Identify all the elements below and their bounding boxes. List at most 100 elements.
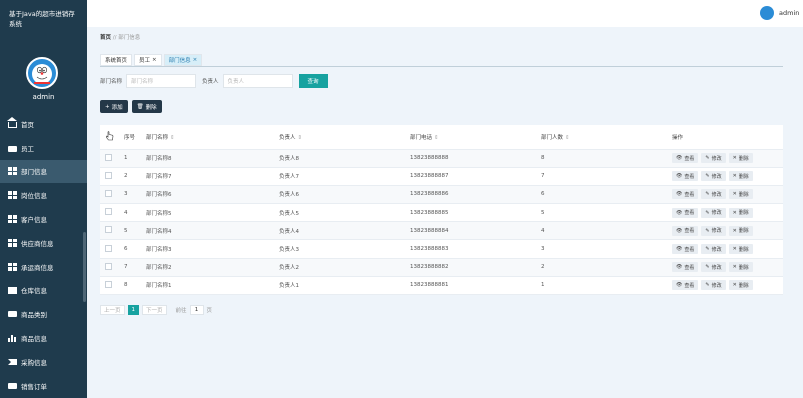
table-row[interactable]: 5 部门名称4 负责人4 13823888884 4 👁 查看 ✎ 修改 ✕ 删除 — [100, 221, 783, 241]
view-button[interactable]: 👁 查看 — [672, 244, 699, 255]
close-icon[interactable]: × — [193, 57, 198, 63]
table-row[interactable]: 3 部门名称6 负责人6 13823888886 6 👁 查看 ✎ 修改 ✕ 删除 — [100, 185, 783, 205]
prev-page-button[interactable]: 上一页 — [100, 305, 125, 315]
sidebar-item-department[interactable]: 部门信息 — [0, 159, 87, 184]
row-checkbox[interactable] — [105, 153, 112, 161]
sidebar-item-carrier[interactable]: 承运商信息 — [0, 255, 87, 279]
close-icon[interactable]: × — [152, 57, 157, 63]
row-checkbox[interactable] — [105, 226, 112, 234]
sidebar-item-category[interactable]: 商品类别 — [0, 302, 87, 326]
row-checkbox[interactable] — [105, 262, 112, 270]
edit-label: 修改 — [711, 264, 722, 271]
view-button[interactable]: 👁 查看 — [672, 189, 699, 200]
row-checkbox[interactable] — [105, 171, 112, 179]
breadcrumb-home[interactable]: 首页 — [100, 35, 111, 41]
close-icon: ✕ — [732, 264, 737, 271]
view-button[interactable]: 👁 查看 — [672, 225, 699, 236]
sidebar-item-label: 商品信息 — [21, 335, 47, 344]
sort-icon[interactable]: ⇕ — [565, 135, 570, 141]
edit-button[interactable]: ✎ 修改 — [701, 262, 726, 273]
tab-staff[interactable]: 员工 × — [134, 54, 162, 66]
search-button[interactable]: 查询 — [298, 74, 328, 88]
edit-button[interactable]: ✎ 修改 — [701, 153, 726, 164]
delete-row-button[interactable]: ✕ 删除 — [728, 262, 753, 273]
user-avatar-icon[interactable] — [760, 6, 774, 20]
table-row[interactable]: 8 部门名称1 负责人1 13823888881 1 👁 查看 ✎ 修改 ✕ 删除 — [100, 276, 783, 296]
close-icon: ✕ — [732, 227, 737, 234]
exchange-icon — [8, 358, 17, 366]
edit-button[interactable]: ✎ 修改 — [701, 207, 726, 218]
table-row[interactable]: 7 部门名称2 负责人2 13823888882 2 👁 查看 ✎ 修改 ✕ 删除 — [100, 258, 783, 277]
row-checkbox-cell[interactable] — [100, 185, 119, 205]
row-checkbox-cell[interactable] — [100, 149, 119, 168]
delete-row-button[interactable]: ✕ 删除 — [728, 280, 753, 291]
page-1-button[interactable]: 1 — [127, 305, 140, 315]
sidebar-item-position[interactable]: 岗位信息 — [0, 183, 87, 207]
tab-system-home[interactable]: 系统首页 — [100, 54, 133, 66]
select-all-cell[interactable] — [100, 125, 119, 150]
view-button[interactable]: 👁 查看 — [672, 153, 699, 164]
sort-icon[interactable]: ⇕ — [298, 135, 303, 141]
sort-icon[interactable]: ⇕ — [434, 135, 439, 141]
edit-button[interactable]: ✎ 修改 — [701, 244, 726, 255]
avatar[interactable] — [26, 57, 58, 89]
col-phone[interactable]: 部门电话 ⇕ — [405, 125, 536, 150]
department-name-input[interactable]: 部门名称 — [126, 74, 197, 88]
edit-button[interactable]: ✎ 修改 — [701, 280, 726, 291]
sidebar-scrollbar[interactable] — [83, 232, 86, 302]
row-checkbox[interactable] — [105, 189, 112, 197]
view-button[interactable]: 👁 查看 — [672, 171, 699, 182]
col-head[interactable]: 负责人 ⇕ — [274, 125, 405, 150]
col-count[interactable]: 部门人数 ⇕ — [536, 125, 667, 150]
table-row[interactable]: 6 部门名称3 负责人3 13823888883 3 👁 查看 ✎ 修改 ✕ 删除 — [100, 239, 783, 259]
delete-row-button[interactable]: ✕ 删除 — [728, 244, 753, 255]
sidebar-item-staff[interactable]: 员工 — [0, 136, 87, 160]
delete-row-button[interactable]: ✕ 删除 — [728, 189, 753, 200]
delete-button[interactable]: 🗑 删除 — [131, 100, 162, 113]
sidebar-item-supplier[interactable]: 供应商信息 — [0, 231, 87, 255]
row-checkbox[interactable] — [105, 280, 112, 288]
topbar-username[interactable]: admin — [779, 9, 799, 17]
view-button[interactable]: 👁 查看 — [672, 262, 699, 273]
row-checkbox[interactable] — [105, 244, 112, 252]
delete-row-button[interactable]: ✕ 删除 — [728, 207, 753, 218]
head-input[interactable]: 负责人 — [222, 74, 293, 88]
delete-row-button[interactable]: ✕ 删除 — [728, 153, 753, 164]
cell-count: 3 — [536, 239, 667, 259]
row-checkbox-cell[interactable] — [100, 167, 119, 186]
cell-index: 1 — [119, 149, 141, 168]
view-label: 查看 — [684, 228, 695, 235]
sidebar-item-product[interactable]: 商品信息 — [0, 326, 87, 350]
edit-icon: ✎ — [705, 191, 710, 198]
row-checkbox-cell[interactable] — [100, 258, 119, 277]
eye-icon: 👁 — [676, 191, 683, 198]
tab-department[interactable]: 部门信息 × — [163, 54, 203, 66]
add-button[interactable]: + 添加 — [100, 100, 128, 113]
sort-icon[interactable]: ⇕ — [170, 135, 175, 141]
table-row[interactable]: 1 部门名称8 负责人8 13823888888 8 👁 查看 ✎ 修改 ✕ 删除 — [100, 149, 783, 168]
delete-row-button[interactable]: ✕ 删除 — [728, 225, 753, 236]
row-checkbox-cell[interactable] — [100, 239, 119, 259]
next-page-button[interactable]: 下一页 — [142, 305, 167, 315]
row-checkbox-cell[interactable] — [100, 276, 119, 296]
col-name[interactable]: 部门名称 ⇕ — [141, 125, 274, 150]
view-button[interactable]: 👁 查看 — [672, 280, 699, 291]
view-button[interactable]: 👁 查看 — [672, 207, 699, 218]
edit-button[interactable]: ✎ 修改 — [701, 189, 726, 200]
close-icon: ✕ — [732, 282, 737, 289]
delete-row-button[interactable]: ✕ 删除 — [728, 171, 753, 182]
edit-label: 修改 — [711, 246, 722, 253]
edit-button[interactable]: ✎ 修改 — [701, 225, 726, 236]
sidebar-item-customer[interactable]: 客户信息 — [0, 207, 87, 231]
page-jump-input[interactable]: 1 — [189, 305, 204, 315]
row-checkbox-cell[interactable] — [100, 221, 119, 241]
sidebar-item-sales-order[interactable]: 销售订单 — [0, 374, 87, 398]
edit-button[interactable]: ✎ 修改 — [701, 171, 726, 182]
table-row[interactable]: 4 部门名称5 负责人5 13823888885 5 👁 查看 ✎ 修改 ✕ 删除 — [100, 203, 783, 223]
table-row[interactable]: 2 部门名称7 负责人7 13823888887 7 👁 查看 ✎ 修改 ✕ 删除 — [100, 167, 783, 186]
sidebar-item-purchase[interactable]: 采购信息 — [0, 350, 87, 374]
sidebar-item-home[interactable]: 首页 — [0, 112, 87, 136]
row-checkbox[interactable] — [105, 208, 112, 216]
row-checkbox-cell[interactable] — [100, 203, 119, 223]
sidebar-item-warehouse[interactable]: 仓库信息 — [0, 279, 87, 303]
